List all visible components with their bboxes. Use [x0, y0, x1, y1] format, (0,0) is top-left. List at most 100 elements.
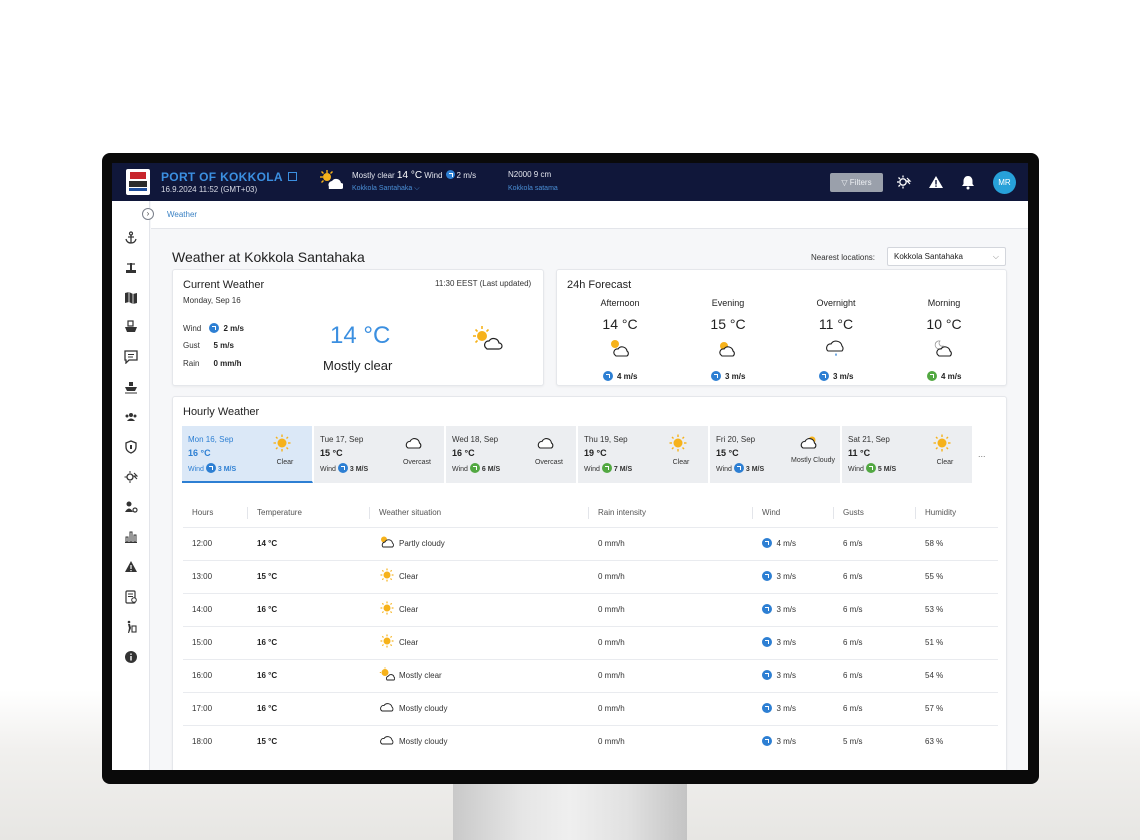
filters-button[interactable]: ▽ Filters	[830, 173, 883, 192]
nearest-locations-select[interactable]: Kokkola Santahaka ⌵	[887, 247, 1006, 266]
wind-direction-icon	[762, 703, 772, 713]
sun-icon	[669, 434, 687, 452]
cell-weather-situation: Mostly clear	[379, 660, 442, 693]
partly-cloudy-icon	[800, 436, 817, 449]
sun-icon	[379, 601, 399, 615]
cell-rain-intensity: 0 mm/h	[598, 605, 625, 614]
cell-humidity: 53 %	[925, 605, 944, 614]
monitor-stand	[453, 782, 687, 840]
chevron-down-icon: ⌵	[992, 252, 999, 261]
cell-gusts: 6 m/s	[843, 704, 863, 713]
column-header-temperature[interactable]: Temperature	[257, 499, 302, 527]
cell-gusts: 6 m/s	[843, 605, 863, 614]
cell-wind: 3 m/s	[762, 594, 796, 627]
cell-weather-situation: Clear	[379, 561, 418, 594]
day-tab-tue[interactable]: Tue 17, Sep 15 °C Wind 3 M/S Overcast	[314, 426, 445, 483]
more-days-button[interactable]: ...	[978, 449, 986, 459]
current-temperature: 14 °C	[330, 322, 391, 349]
port-crane-icon[interactable]	[124, 261, 138, 275]
cell-humidity: 57 %	[925, 704, 944, 713]
weather-settings-icon[interactable]	[896, 174, 912, 190]
avatar[interactable]: MR	[993, 171, 1016, 194]
day-tab-wed[interactable]: Wed 18, Sep 16 °C Wind 6 M/S Overcast	[446, 426, 577, 483]
cell-gusts: 6 m/s	[843, 638, 863, 647]
table-row: 16:00 16 °C Mostly clear 0 mm/h 3 m/s 6 m/s 5…	[183, 659, 998, 692]
topbar-weather[interactable]: Mostly clear 14 °C Wind 2 m/s	[352, 170, 476, 181]
cell-hour: 16:00	[192, 671, 213, 680]
user-settings-icon[interactable]	[124, 500, 138, 514]
port-logo[interactable]	[126, 169, 150, 195]
anchor-icon[interactable]	[124, 231, 138, 245]
current-weather-date: Monday, Sep 16	[183, 296, 241, 305]
current-weather-card: Current Weather Monday, Sep 16 11:30 EES…	[172, 269, 544, 386]
vessel-icon[interactable]	[124, 380, 138, 394]
current-rain: Rain 0 mm/h	[183, 359, 242, 368]
wind-direction-icon	[926, 371, 937, 381]
column-header-weather-situation[interactable]: Weather situation	[379, 499, 441, 527]
shield-icon[interactable]	[124, 440, 138, 454]
cell-gusts: 6 m/s	[843, 539, 863, 548]
sea-level-location: Kokkola satama	[508, 185, 558, 192]
current-gust: Gust 5 m/s	[183, 341, 234, 350]
cell-rain-intensity: 0 mm/h	[598, 671, 625, 680]
column-header-wind[interactable]: Wind	[762, 499, 780, 527]
forecast-card: 24h Forecast Afternoon 14 °C 4 m/s Eveni…	[556, 269, 1007, 386]
cell-temperature: 15 °C	[257, 572, 278, 581]
current-datetime: 16.9.2024 11:52 (GMT+03)	[161, 185, 258, 194]
port-name[interactable]: PORT OF KOKKOLA	[161, 170, 297, 184]
warning-icon[interactable]	[928, 174, 944, 190]
partly-cloudy-icon	[379, 536, 399, 548]
cell-wind: 3 m/s	[762, 726, 796, 759]
day-tabs: Mon 16, Sep 16 °C Wind 3 M/S Clear Tue 1…	[182, 426, 978, 483]
wind-direction-icon	[710, 371, 721, 381]
day-tab-sat[interactable]: Sat 21, Sep 11 °C Wind 5 M/S Clear	[842, 426, 973, 483]
report-icon[interactable]	[124, 590, 138, 604]
weather-icon[interactable]	[124, 470, 138, 484]
hourly-weather-card: Hourly Weather Mon 16, Sep 16 °C Wind 3 …	[172, 396, 1007, 770]
cloud-icon	[405, 438, 422, 449]
day-tab-mon[interactable]: Mon 16, Sep 16 °C Wind 3 M/S Clear	[182, 426, 313, 483]
partly-cloudy-icon	[719, 342, 735, 357]
sidebar-toggle[interactable]: ›	[142, 208, 154, 220]
day-tab-fri[interactable]: Fri 20, Sep 15 °C Wind 3 M/S Mostly Clou…	[710, 426, 841, 483]
weather-location-dropdown[interactable]: Kokkola Santahaka ⌵	[352, 185, 420, 193]
wind-direction-icon	[762, 637, 772, 647]
column-header-gusts[interactable]: Gusts	[843, 499, 864, 527]
table-row: 13:00 15 °C Clear 0 mm/h 3 m/s 6 m/s 55 %	[183, 560, 998, 593]
column-header-rain-intensity[interactable]: Rain intensity	[598, 499, 646, 527]
message-icon[interactable]	[124, 350, 138, 364]
bar-chart-icon[interactable]	[124, 530, 138, 544]
wind-direction-icon	[762, 571, 772, 581]
wind-direction-icon	[865, 463, 876, 473]
cell-weather-situation: Mostly cloudy	[379, 693, 447, 726]
column-header-hours[interactable]: Hours	[192, 499, 213, 527]
bell-icon[interactable]	[960, 174, 976, 190]
column-header-humidity[interactable]: Humidity	[925, 499, 956, 527]
waste-icon[interactable]	[124, 620, 138, 634]
sun-icon	[379, 634, 399, 648]
cell-temperature: 16 °C	[257, 638, 278, 647]
sea-level: N2000 9 cm	[508, 170, 552, 179]
cell-temperature: 16 °C	[257, 605, 278, 614]
alert-icon[interactable]	[124, 560, 138, 574]
current-condition: Mostly clear	[323, 358, 393, 373]
cloud-icon	[379, 736, 399, 746]
top-bar: PORT OF KOKKOLA 16.9.2024 11:52 (GMT+03)…	[112, 163, 1028, 201]
info-icon[interactable]	[124, 650, 138, 664]
breadcrumb-weather[interactable]: Weather	[167, 210, 197, 219]
cargo-ship-icon[interactable]	[124, 320, 138, 334]
users-icon[interactable]	[124, 410, 138, 424]
forecast-evening: Evening 15 °C 3 m/s	[710, 298, 746, 381]
table-row: 17:00 16 °C Mostly cloudy 0 mm/h 3 m/s 6 m/s…	[183, 692, 998, 725]
map-icon[interactable]	[124, 291, 138, 305]
cell-wind: 4 m/s	[762, 528, 796, 561]
filter-icon: ▽	[841, 178, 848, 187]
cell-wind: 3 m/s	[762, 627, 796, 660]
cell-weather-situation: Mostly cloudy	[379, 726, 447, 759]
app-screen: PORT OF KOKKOLA 16.9.2024 11:52 (GMT+03)…	[112, 163, 1028, 770]
forecast-morning: Morning 10 °C 4 m/s	[926, 298, 962, 381]
cell-temperature: 15 °C	[257, 737, 278, 746]
day-tab-thu[interactable]: Thu 19, Sep 19 °C Wind 7 M/S Clear	[578, 426, 709, 483]
sun-icon	[273, 434, 291, 452]
external-link-icon[interactable]	[287, 172, 297, 181]
